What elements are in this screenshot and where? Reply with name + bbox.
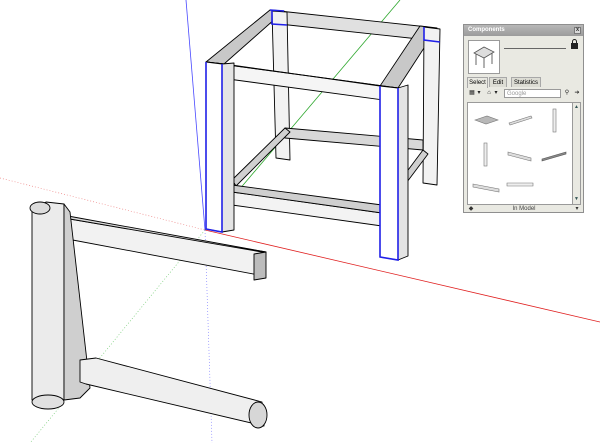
component-description-field[interactable] — [504, 52, 566, 74]
component-item[interactable] — [471, 174, 501, 204]
chevron-down-icon[interactable]: ▾ — [573, 205, 581, 213]
component-item[interactable] — [505, 106, 535, 136]
bar-icon — [472, 183, 500, 193]
scroll-down-icon[interactable]: ▼ — [573, 196, 580, 203]
component-name-field[interactable] — [504, 40, 566, 49]
component-item[interactable] — [539, 106, 569, 136]
component-item[interactable] — [471, 106, 501, 136]
grid-scrollbar[interactable]: ▲ ▼ — [573, 102, 581, 205]
scroll-up-icon[interactable]: ▲ — [573, 104, 580, 111]
dialog-title: Components — [468, 27, 505, 33]
beam-icon — [508, 115, 533, 126]
chevron-down-icon[interactable]: ▾ — [476, 89, 482, 98]
bar-icon — [506, 182, 534, 187]
post-icon — [483, 142, 488, 167]
dialog-footer: ◆ In Model ▾ — [467, 205, 581, 213]
component-preview-thumbnail — [468, 40, 500, 74]
chevron-down-icon[interactable]: ▾ — [493, 89, 499, 98]
tab-statistics[interactable]: Statistics — [511, 77, 541, 87]
beam-icon — [507, 151, 532, 162]
blue-axis-line — [185, 0, 206, 231]
search-icon[interactable]: ⚲ — [562, 89, 572, 98]
details-arrow-icon[interactable]: ➔ — [572, 89, 582, 98]
component-item[interactable] — [505, 174, 535, 204]
tab-select[interactable]: Select — [467, 77, 488, 88]
component-tabs: Select Edit Statistics — [467, 77, 581, 88]
table-thumbnail-icon — [473, 46, 495, 68]
component-item[interactable] — [539, 140, 569, 170]
dialog-titlebar[interactable]: Components x — [464, 25, 583, 36]
components-dialog: Components x Select Edit Statistics ▦ ▾ … — [463, 24, 584, 213]
plate-icon — [474, 115, 499, 125]
search-input[interactable]: Google — [504, 89, 561, 98]
component-toolbar: ▦ ▾ ⌂ ▾ Google ⚲ ➔ — [467, 88, 581, 99]
collection-label: In Model — [512, 206, 536, 212]
component-item[interactable] — [505, 140, 535, 170]
table-frame-model[interactable] — [205, 9, 441, 261]
close-icon[interactable]: x — [574, 27, 581, 34]
post-icon — [552, 108, 557, 133]
rail-icon — [541, 151, 567, 162]
component-grid — [467, 102, 573, 205]
component-item[interactable] — [471, 140, 501, 170]
tab-edit[interactable]: Edit — [489, 77, 507, 87]
lock-icon[interactable] — [570, 39, 579, 49]
